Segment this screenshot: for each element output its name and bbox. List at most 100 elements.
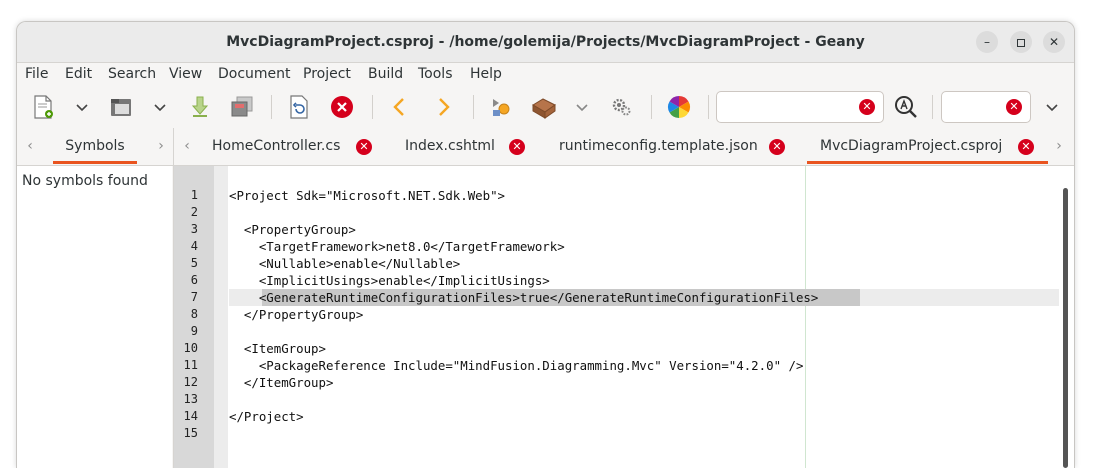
menu-build[interactable]: Build xyxy=(368,63,403,87)
close-document-icon xyxy=(331,96,353,118)
compile-button[interactable] xyxy=(487,93,515,121)
build-button[interactable] xyxy=(530,93,558,121)
line-number: 11 xyxy=(183,358,198,372)
active-tab-indicator xyxy=(807,161,1048,164)
sidebar-tabs: ‹ Symbols › xyxy=(17,128,173,166)
active-tab-indicator xyxy=(53,161,137,164)
line-number: 12 xyxy=(183,375,198,389)
code-line: <PackageReference Include="MindFusion.Di… xyxy=(229,358,804,373)
chevron-down-icon[interactable] xyxy=(74,99,90,115)
save-all-button[interactable] xyxy=(228,93,256,121)
new-file-button[interactable] xyxy=(29,93,57,121)
color-wheel-icon xyxy=(668,96,690,118)
toolbar-separator xyxy=(651,95,652,119)
line-number: 1 xyxy=(190,188,198,202)
toolbar: ✕ ✕ xyxy=(17,87,1074,127)
clear-goto-icon[interactable]: ✕ xyxy=(1006,99,1022,115)
compile-icon xyxy=(493,99,510,116)
close-tab-icon[interactable]: ✕ xyxy=(769,139,785,155)
title-bar: MvcDiagramProject.csproj - /home/golemij… xyxy=(17,22,1074,63)
line-number: 3 xyxy=(190,222,198,236)
tab-symbols[interactable]: Symbols xyxy=(45,128,145,165)
find-icon xyxy=(895,96,917,118)
line-number: 8 xyxy=(190,307,198,321)
line-number: 7 xyxy=(190,290,198,304)
goto-line-input[interactable] xyxy=(948,92,1012,122)
vertical-scrollbar[interactable] xyxy=(1063,188,1068,468)
menu-edit[interactable]: Edit xyxy=(65,63,92,87)
code-line: <GenerateRuntimeConfigurationFiles>true<… xyxy=(229,290,819,305)
tab-index-cshtml[interactable]: Index.cshtml xyxy=(405,128,495,165)
close-document-button[interactable] xyxy=(328,93,356,121)
clear-search-icon[interactable]: ✕ xyxy=(859,99,875,115)
revert-button[interactable] xyxy=(285,93,313,121)
maximize-button[interactable] xyxy=(1010,31,1032,53)
open-file-button[interactable] xyxy=(107,93,135,121)
toolbar-separator xyxy=(271,95,272,119)
toolbar-separator xyxy=(932,95,933,119)
menu-bar: File Edit Search View Document Project B… xyxy=(17,63,1074,87)
toolbar-separator xyxy=(372,95,373,119)
chevron-down-icon[interactable] xyxy=(152,99,168,115)
toolbar-separator xyxy=(473,95,474,119)
line-number: 10 xyxy=(183,341,198,355)
close-tab-icon[interactable]: ✕ xyxy=(1018,139,1034,155)
symbols-list: No symbols found xyxy=(17,166,172,468)
window-title: MvcDiagramProject.csproj - /home/golemij… xyxy=(226,34,865,50)
gears-icon xyxy=(612,98,631,116)
color-chooser-button[interactable] xyxy=(665,93,693,121)
maximize-icon xyxy=(1017,38,1025,47)
line-number: 9 xyxy=(190,324,198,338)
minimize-button[interactable]: – xyxy=(976,31,998,53)
code-line: <Nullable>enable</Nullable> xyxy=(229,256,461,271)
close-window-button[interactable]: ✕ xyxy=(1043,31,1065,53)
menu-tools[interactable]: Tools xyxy=(418,63,453,87)
tabs-scroll-right-icon[interactable]: › xyxy=(1052,138,1066,154)
save-all-icon xyxy=(231,96,253,117)
folder-open-icon xyxy=(111,99,131,116)
save-button[interactable] xyxy=(186,93,214,121)
menu-help[interactable]: Help xyxy=(470,63,502,87)
line-number: 14 xyxy=(183,409,198,423)
toolbar-separator xyxy=(708,95,709,119)
navigate-back-button[interactable] xyxy=(385,93,413,121)
code-line: </ItemGroup> xyxy=(229,375,334,390)
arrow-left-icon xyxy=(393,98,404,116)
chevron-down-icon[interactable] xyxy=(574,99,590,115)
code-editor[interactable]: 1 2 3 4 5 6 7 8 9 10 11 12 13 14 15 <Pro… xyxy=(174,166,1074,468)
menu-view[interactable]: View xyxy=(169,63,202,87)
code-line: <TargetFramework>net8.0</TargetFramework… xyxy=(229,239,565,254)
fold-margin xyxy=(214,166,228,468)
line-number: 4 xyxy=(190,239,198,253)
tab-runtimeconfig[interactable]: runtimeconfig.template.json xyxy=(559,128,758,165)
close-tab-icon[interactable]: ✕ xyxy=(509,139,525,155)
new-file-icon xyxy=(34,95,53,119)
menu-search[interactable]: Search xyxy=(108,63,156,87)
close-tab-icon[interactable]: ✕ xyxy=(356,139,372,155)
code-line: <Project Sdk="Microsoft.NET.Sdk.Web"> xyxy=(229,188,506,203)
line-number: 2 xyxy=(190,205,198,219)
find-button[interactable] xyxy=(892,93,920,121)
navigate-forward-button[interactable] xyxy=(430,93,458,121)
execute-button[interactable] xyxy=(608,93,636,121)
line-number: 5 xyxy=(190,256,198,270)
code-line: </Project> xyxy=(229,409,304,424)
search-input[interactable] xyxy=(723,92,847,122)
chevron-down-icon[interactable] xyxy=(1044,99,1060,115)
code-line: <PropertyGroup> xyxy=(229,222,356,237)
line-number: 13 xyxy=(183,392,198,406)
arrow-right-icon xyxy=(439,98,450,116)
document-tabs: ‹ HomeController.cs ✕ Index.cshtml ✕ run… xyxy=(174,128,1074,166)
line-number: 15 xyxy=(183,426,198,440)
sidebar-scroll-right-icon[interactable]: › xyxy=(154,138,168,154)
menu-file[interactable]: File xyxy=(25,63,48,87)
tab-homecontroller[interactable]: HomeController.cs xyxy=(212,128,340,165)
goto-line-field[interactable]: ✕ xyxy=(941,91,1031,123)
tab-mvcdiagramproject-csproj[interactable]: MvcDiagramProject.csproj xyxy=(820,128,1002,165)
menu-document[interactable]: Document xyxy=(218,63,291,87)
menu-project[interactable]: Project xyxy=(303,63,351,87)
tabs-scroll-left-icon[interactable]: ‹ xyxy=(180,138,194,154)
code-line: <ItemGroup> xyxy=(229,341,326,356)
sidebar-scroll-left-icon[interactable]: ‹ xyxy=(23,138,37,154)
search-field[interactable]: ✕ xyxy=(716,91,884,123)
